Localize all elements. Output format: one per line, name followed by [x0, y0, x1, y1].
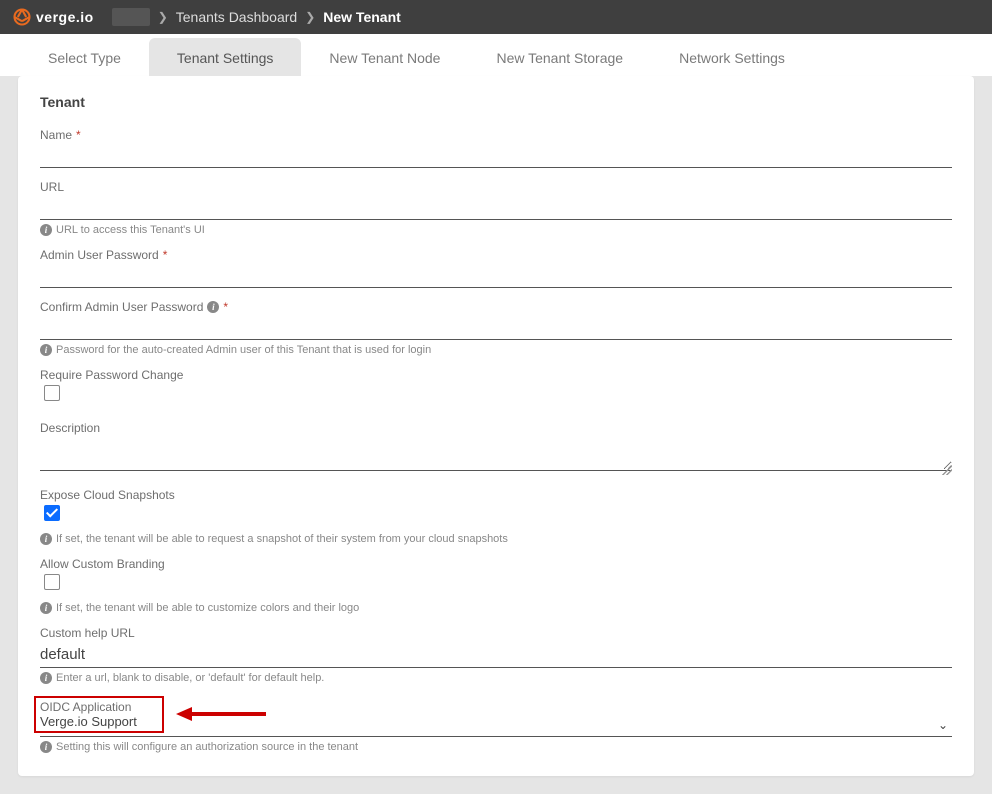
tab-new-tenant-node[interactable]: New Tenant Node: [301, 38, 468, 76]
require-change-checkbox[interactable]: [44, 385, 60, 401]
oidc-value-preview: Verge.io Support: [40, 714, 158, 729]
brand-logo: verge.io: [12, 7, 94, 27]
tenant-form-panel: Tenant Name * URL i URL to access this T…: [18, 76, 974, 776]
confirm-pw-input[interactable]: [40, 314, 952, 340]
oidc-label: OIDC Application: [40, 700, 131, 714]
expose-snapshots-label: Expose Cloud Snapshots: [40, 488, 175, 502]
url-label: URL: [40, 180, 64, 194]
info-icon: i: [40, 224, 52, 236]
oidc-select[interactable]: . ⌄: [40, 715, 952, 737]
custom-help-helper: Enter a url, blank to disable, or 'defau…: [56, 672, 324, 684]
brand-text: verge.io: [36, 9, 94, 25]
chevron-down-icon: ⌄: [938, 718, 948, 732]
allow-branding-label: Allow Custom Branding: [40, 557, 165, 571]
confirm-pw-helper: Password for the auto-created Admin user…: [56, 344, 431, 356]
annotation-highlight: OIDC Application Verge.io Support: [34, 696, 164, 733]
expose-snapshots-helper: If set, the tenant will be able to reque…: [56, 533, 508, 545]
oidc-helper: Setting this will configure an authoriza…: [56, 741, 358, 753]
required-mark: *: [223, 300, 228, 314]
url-input[interactable]: [40, 194, 952, 220]
info-icon: i: [40, 602, 52, 614]
aperture-icon: [12, 7, 32, 27]
panel-title: Tenant: [40, 94, 952, 110]
name-input[interactable]: [40, 142, 952, 168]
info-icon: i: [40, 672, 52, 684]
allow-branding-checkbox[interactable]: [44, 574, 60, 590]
chevron-right-icon: ❯: [305, 10, 315, 24]
required-mark: *: [163, 248, 168, 262]
url-helper: URL to access this Tenant's UI: [56, 224, 205, 236]
tab-tenant-settings[interactable]: Tenant Settings: [149, 38, 302, 76]
custom-help-input[interactable]: [40, 640, 952, 668]
required-mark: *: [76, 128, 81, 142]
description-textarea[interactable]: [40, 435, 952, 471]
require-change-label: Require Password Change: [40, 368, 183, 382]
info-icon: i: [40, 741, 52, 753]
info-icon[interactable]: i: [207, 301, 219, 313]
info-icon: i: [40, 533, 52, 545]
tab-new-tenant-storage[interactable]: New Tenant Storage: [468, 38, 651, 76]
chevron-right-icon: ❯: [158, 10, 168, 24]
name-label: Name: [40, 128, 72, 142]
admin-pw-label: Admin User Password: [40, 248, 159, 262]
expose-snapshots-checkbox[interactable]: [44, 505, 60, 521]
breadcrumb-root[interactable]: [112, 8, 150, 26]
info-icon: i: [40, 344, 52, 356]
admin-pw-input[interactable]: [40, 262, 952, 288]
allow-branding-helper: If set, the tenant will be able to custo…: [56, 602, 359, 614]
breadcrumb-tenants[interactable]: Tenants Dashboard: [176, 9, 297, 25]
breadcrumb-current: New Tenant: [323, 9, 401, 25]
wizard-tabs: Select Type Tenant Settings New Tenant N…: [0, 34, 992, 76]
tab-select-type[interactable]: Select Type: [20, 38, 149, 76]
description-label: Description: [40, 421, 100, 435]
topbar: verge.io ❯ Tenants Dashboard ❯ New Tenan…: [0, 0, 992, 34]
tab-network-settings[interactable]: Network Settings: [651, 38, 813, 76]
confirm-pw-label: Confirm Admin User Password: [40, 300, 203, 314]
custom-help-label: Custom help URL: [40, 626, 135, 640]
